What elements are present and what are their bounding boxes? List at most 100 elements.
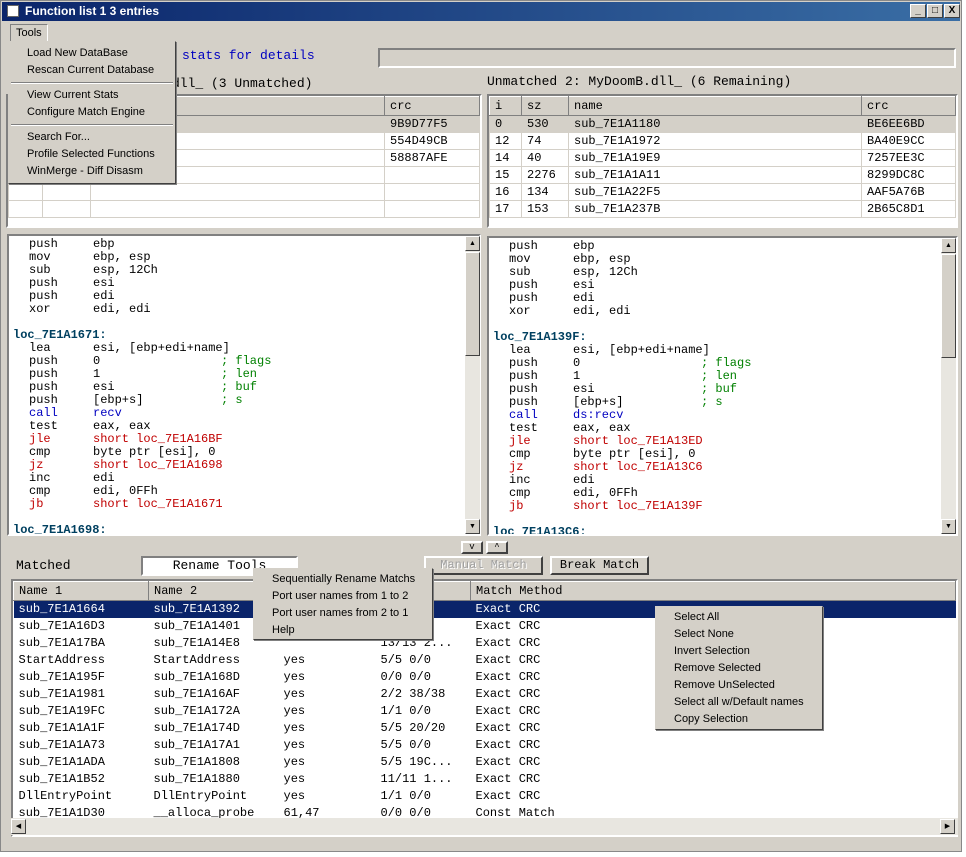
menu-item-port-1-to-2[interactable]: Port user names from 1 to 2 [254, 588, 432, 605]
scroll-down-icon[interactable]: ▼ [941, 519, 956, 534]
table-cell: 0/0 0/0 [380, 670, 431, 684]
scroll-thumb[interactable] [941, 254, 956, 358]
menu-item-select-all[interactable]: Select All [656, 609, 822, 626]
tools-menu: Load New DataBase Rescan Current Databas… [8, 41, 176, 184]
code-line: test eax, eax [13, 420, 479, 433]
col-header-crc[interactable]: crc [861, 96, 956, 116]
col-header-match-method[interactable]: Match Method [470, 581, 956, 601]
code-operand: edi, edi [93, 302, 151, 316]
scroll-down-icon[interactable]: ▼ [465, 519, 480, 534]
code-line: inc edi [13, 472, 479, 485]
close-button[interactable]: X [944, 4, 960, 18]
scroll-thumb[interactable] [465, 252, 480, 356]
menu-item-invert-selection[interactable]: Invert Selection [656, 643, 822, 660]
table-row[interactable]: sub_7E1A1B52 sub_7E1A1880 yes 11/11 1... Exa… [14, 771, 956, 788]
table-row[interactable]: 16 134 sub_7E1A22F5 AAF5A76B [489, 183, 956, 201]
scroll-right-icon[interactable]: ▶ [940, 819, 955, 834]
table-cell: 8299DC8C [861, 166, 956, 184]
code-label: loc_7E1A1698: [13, 523, 107, 536]
menu-item-sequential-rename[interactable]: Sequentially Rename Matchs [254, 571, 432, 588]
col-header-name1[interactable]: Name 1 [13, 581, 149, 601]
chevron-up-icon[interactable]: ^ [486, 541, 508, 554]
code-mnemonic: jb [509, 499, 524, 513]
table-cell: yes [283, 721, 306, 735]
menu-item-help[interactable]: Help [254, 622, 432, 639]
menu-item-rescan-database[interactable]: Rescan Current Database [9, 62, 175, 79]
table-cell: StartAddress [153, 653, 240, 667]
code-line: push [ebp+s]; s [493, 396, 956, 409]
table-cell: 40 [521, 149, 569, 167]
maximize-button[interactable]: □ [927, 4, 943, 18]
menu-item-copy-selection[interactable]: Copy Selection [656, 711, 822, 728]
menu-item-winmerge[interactable]: WinMerge - Diff Disasm [9, 163, 175, 180]
progress-bar [378, 48, 956, 68]
table-cell: yes [283, 755, 306, 769]
menu-item-remove-selected[interactable]: Remove Selected [656, 660, 822, 677]
table-cell: BE6EE6BD [861, 115, 956, 133]
title-bar[interactable]: Function list 1 3 entries _ □ X [2, 2, 960, 21]
table-cell: 16 [489, 183, 522, 201]
table-cell: sub_7E1A19E9 [568, 149, 862, 167]
menu-item-profile-functions[interactable]: Profile Selected Functions [9, 146, 175, 163]
code-line: cmp byte ptr [esi], 0 [493, 448, 956, 461]
col-header-i[interactable]: i [489, 96, 522, 116]
menu-item-select-none[interactable]: Select None [656, 626, 822, 643]
table-cell: sub_7E1A16AF [153, 687, 240, 701]
col-header-crc[interactable]: crc [384, 96, 480, 116]
menu-item-remove-unselected[interactable]: Remove UnSelected [656, 677, 822, 694]
minimize-button[interactable]: _ [910, 4, 926, 18]
table-cell: StartAddress [18, 653, 105, 667]
code-line: inc edi [493, 474, 956, 487]
menu-item-load-database[interactable]: Load New DataBase [9, 45, 175, 62]
table-cell: 5/5 0/0 [380, 653, 431, 667]
code-operand: short loc_7E1A139F [573, 499, 703, 513]
menu-item-search[interactable]: Search For... [9, 129, 175, 146]
right-function-list[interactable]: i sz name crc 0 530 sub_7E1A1180 BE6EE6BD 12… [487, 94, 958, 228]
code-line: xor edi, edi [13, 303, 479, 316]
scroll-up-icon[interactable]: ▲ [465, 236, 480, 251]
table-row[interactable]: 15 2276 sub_7E1A1A11 8299DC8C [489, 166, 956, 184]
left-code-scrollbar[interactable]: ▲ ▼ [465, 236, 480, 534]
table-cell: sub_7E1A168D [153, 670, 240, 684]
right-disassembly-pane[interactable]: push ebp mov ebp, esp sub esp, 12Ch push esi pus… [487, 236, 958, 536]
break-match-button[interactable]: Break Match [550, 556, 649, 575]
right-list-header: Unmatched 2: MyDoomB.dll_ (6 Remaining) [487, 74, 792, 89]
left-disassembly-pane[interactable]: push ebp mov ebp, esp sub esp, 12Ch push esi pus… [7, 234, 481, 536]
scroll-up-icon[interactable]: ▲ [941, 238, 956, 253]
code-label: loc_7E1A13C6: [493, 525, 587, 536]
menu-tools[interactable]: Tools [10, 24, 48, 42]
manual-match-button[interactable]: Manual Match [424, 556, 543, 575]
code-line: jz short loc_7E1A1698 [13, 459, 479, 472]
code-line: loc_7E1A1671: [13, 329, 479, 342]
menu-item-select-default-names[interactable]: Select all w/Default names [656, 694, 822, 711]
table-row[interactable]: 12 74 sub_7E1A1972 BA40E9CC [489, 132, 956, 150]
menu-item-port-2-to-1[interactable]: Port user names from 2 to 1 [254, 605, 432, 622]
code-line: xor edi, edi [493, 305, 956, 318]
table-row[interactable]: sub_7E1A1ADA sub_7E1A1808 yes 5/5 19C... Exa… [14, 754, 956, 771]
menu-item-configure-engine[interactable]: Configure Match Engine [9, 104, 175, 121]
table-cell: 0 [489, 115, 522, 133]
code-mnemonic: xor [29, 302, 51, 316]
table-row[interactable]: 0 530 sub_7E1A1180 BE6EE6BD [489, 115, 956, 133]
right-code-scrollbar[interactable]: ▲ ▼ [941, 238, 956, 534]
table-row[interactable]: sub_7E1A1A73 sub_7E1A17A1 yes 5/5 0/0 Exact … [14, 737, 956, 754]
code-line: push ebp [13, 238, 479, 251]
table-cell: sub_7E1A17A1 [153, 738, 240, 752]
table-cell: 74 [521, 132, 569, 150]
table-row[interactable]: DllEntryPoint DllEntryPoint yes 1/1 0/0 Exac… [14, 788, 956, 805]
table-cell: Exact CRC [475, 755, 541, 769]
match-list-hscrollbar[interactable]: ◀ ▶ [11, 818, 958, 835]
code-line: cmp edi, 0FFh [493, 487, 956, 500]
table-cell: 5/5 20/20 [380, 721, 446, 735]
table-row[interactable]: 17 153 sub_7E1A237B 2B65C8D1 [489, 200, 956, 218]
table-cell: sub_7E1A1180 [568, 115, 862, 133]
chevron-down-icon[interactable]: v [461, 541, 483, 554]
table-row[interactable]: 14 40 sub_7E1A19E9 7257EE3C [489, 149, 956, 167]
scroll-left-icon[interactable]: ◀ [11, 819, 26, 834]
menu-item-view-stats[interactable]: View Current Stats [9, 87, 175, 104]
code-line: sub esp, 12Ch [493, 266, 956, 279]
table-cell: sub_7E1A22F5 [568, 183, 862, 201]
col-header-name[interactable]: name [568, 96, 862, 116]
col-header-sz[interactable]: sz [521, 96, 569, 116]
table-cell: Exact CRC [475, 772, 541, 786]
